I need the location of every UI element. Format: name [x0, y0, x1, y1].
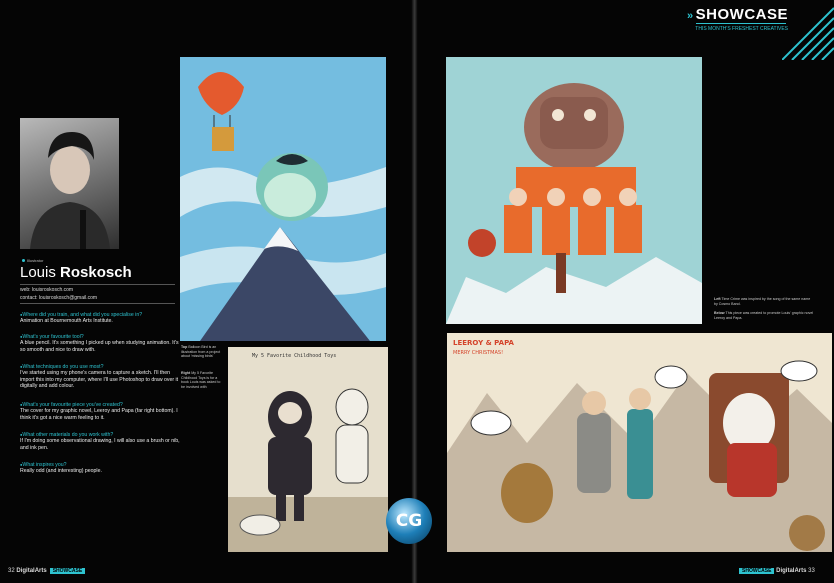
- footer-right: SHOWCASE DigitalArts 33: [736, 568, 815, 574]
- time-crime-illustration: [446, 57, 702, 324]
- qa-item: What's your favourite tool?A blue pencil…: [20, 334, 180, 353]
- leeroy-papa-greeting: MERRY CHRISTMAS!: [453, 350, 503, 356]
- cg-logo: CG: [386, 498, 432, 544]
- qa-item: Where did you train, and what did you sp…: [20, 312, 180, 325]
- web-link[interactable]: web: louisroskosch.com: [20, 287, 73, 293]
- spine: [411, 0, 418, 583]
- title-underline: [696, 23, 786, 24]
- qa-item: What inspires you?Really odd (and intere…: [20, 462, 180, 475]
- qa-item: What other materials do you work with?If…: [20, 432, 180, 451]
- caption-right: Right My 5 Favorite Childhood Toys is fo…: [181, 371, 221, 389]
- caption-below: Below This piece was created to promote …: [714, 311, 814, 320]
- qa-item: What's your favourite piece you've creat…: [20, 402, 180, 421]
- footer-left: 32 DigitalArts SHOWCASE: [8, 568, 86, 574]
- artist-name: Louis Roskosch: [20, 264, 132, 281]
- caption-top: Top Balloon Bird is an illustration from…: [181, 345, 221, 359]
- divider: [20, 303, 175, 304]
- section-title: » SHOWCASE: [687, 6, 788, 23]
- contact-email[interactable]: contact: louisroskosch@gmail.com: [20, 295, 97, 301]
- toys-heading: My 5 Favorite Childhood Toys: [252, 353, 336, 359]
- caption-left: Left Time Crime was inspired by the song…: [714, 297, 811, 306]
- right-page: » SHOWCASE THIS MONTH'S FRESHEST CREATIVE…: [418, 0, 834, 583]
- qa-item: What techniques do you use most?I've sta…: [20, 364, 180, 390]
- portrait-photo: [20, 118, 119, 249]
- left-page: Illustrator Louis Roskosch web: louisros…: [0, 0, 411, 583]
- stripe-decoration: [781, 0, 834, 61]
- balloon-bird-illustration: [180, 57, 386, 341]
- leeroy-papa-title: LEEROY & PAPA: [453, 339, 515, 347]
- role-label: Illustrator: [22, 258, 43, 263]
- leeroy-papa-illustration: LEEROY & PAPA MERRY CHRISTMAS!: [447, 333, 832, 552]
- childhood-toys-illustration: My 5 Favorite Childhood Toys: [228, 347, 388, 552]
- divider: [20, 284, 175, 285]
- section-subtitle: THIS MONTH'S FRESHEST CREATIVES: [695, 26, 788, 32]
